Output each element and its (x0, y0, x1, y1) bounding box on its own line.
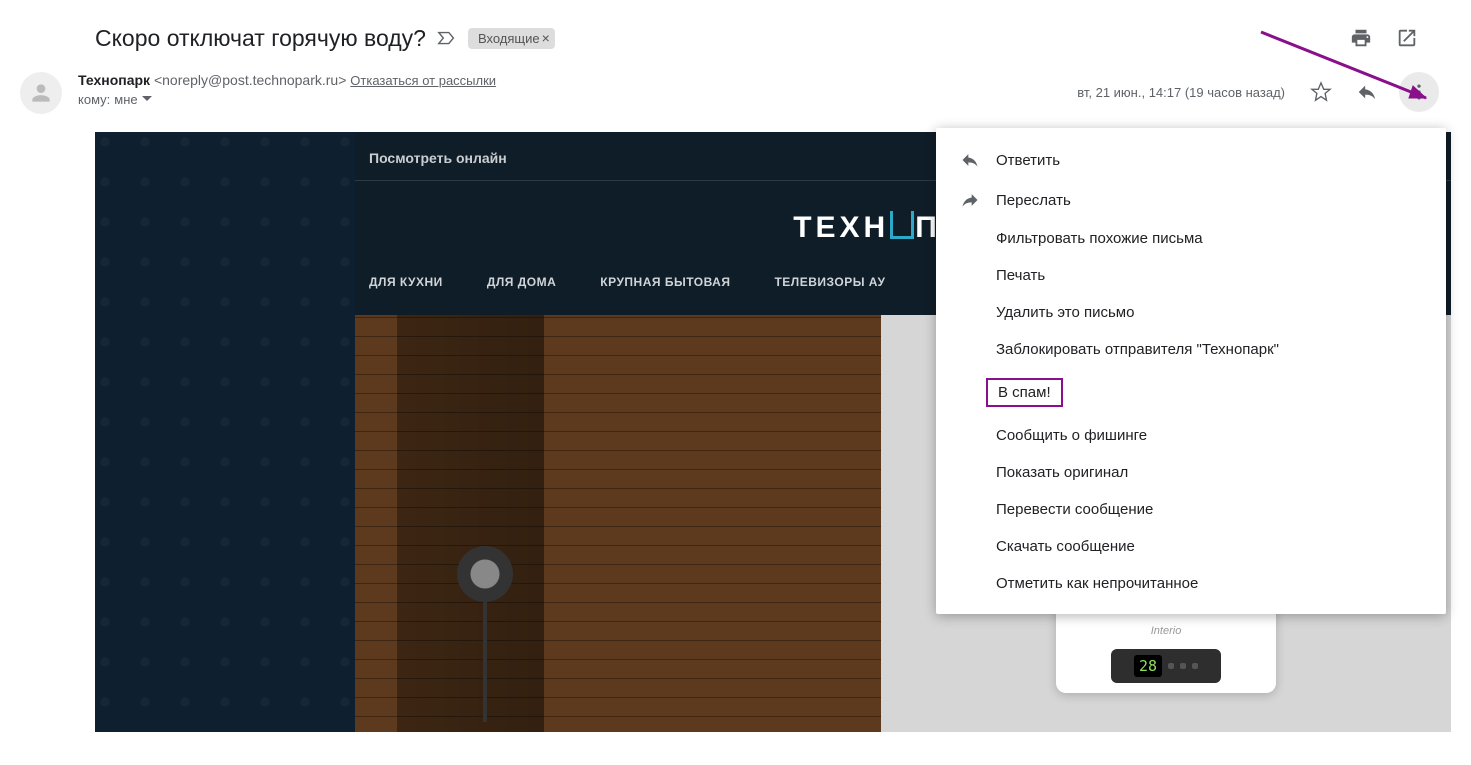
heater-control-panel: 28 (1111, 649, 1221, 683)
header-actions (1347, 24, 1451, 52)
menu-reply-label: Ответить (996, 152, 1060, 169)
menu-translate[interactable]: • Перевести сообщение (936, 491, 1446, 528)
sender-line: Технопарк <noreply@post.technopark.ru> О… (78, 72, 1077, 88)
menu-print-label: Печать (996, 267, 1045, 284)
forward-icon (960, 190, 996, 210)
inbox-label-chip[interactable]: Входящие × (468, 28, 555, 49)
more-options-button[interactable] (1399, 72, 1439, 112)
sender-info: Технопарк <noreply@post.technopark.ru> О… (78, 72, 1077, 107)
menu-spam[interactable]: • В спам! (936, 368, 1446, 417)
reply-icon[interactable] (1353, 78, 1381, 106)
menu-block-label: Заблокировать отправителя "Технопарк" (996, 341, 1279, 358)
chevron-down-icon[interactable] (142, 92, 152, 107)
email-header: Скоро отключат горячую воду? Входящие × (0, 0, 1471, 62)
menu-download[interactable]: • Скачать сообщение (936, 528, 1446, 565)
meta-actions: вт, 21 июн., 14:17 (19 часов назад) (1077, 72, 1451, 112)
close-icon[interactable]: × (542, 31, 550, 45)
nav-kitchen[interactable]: ДЛЯ КУХНИ (369, 275, 443, 289)
heater-temp: 28 (1134, 655, 1162, 677)
menu-reply[interactable]: Ответить (936, 140, 1446, 180)
open-new-window-icon[interactable] (1393, 24, 1421, 52)
reply-icon (960, 150, 996, 170)
inbox-label-text: Входящие (478, 31, 540, 46)
shower-fixture (471, 546, 499, 706)
brand-pre: ТЕХН (793, 211, 889, 244)
menu-forward[interactable]: Переслать (936, 180, 1446, 220)
menu-filter[interactable]: • Фильтровать похожие письма (936, 220, 1446, 257)
menu-delete-label: Удалить это письмо (996, 304, 1134, 321)
menu-original-label: Показать оригинал (996, 464, 1128, 481)
menu-phishing[interactable]: • Сообщить о фишинге (936, 417, 1446, 454)
menu-spam-label: В спам! (986, 378, 1063, 407)
menu-unread-label: Отметить как непрочитанное (996, 575, 1198, 592)
menu-original[interactable]: • Показать оригинал (936, 454, 1446, 491)
nav-large-appliances[interactable]: КРУПНАЯ БЫТОВАЯ (600, 275, 730, 289)
heater-model: Interio (1056, 625, 1276, 637)
menu-filter-label: Фильтровать похожие письма (996, 230, 1203, 247)
menu-translate-label: Перевести сообщение (996, 501, 1153, 518)
more-options-menu: Ответить Переслать • Фильтровать похожие… (936, 128, 1446, 614)
print-icon[interactable] (1347, 24, 1375, 52)
avatar[interactable] (20, 72, 62, 114)
menu-unread[interactable]: • Отметить как непрочитанное (936, 565, 1446, 602)
to-line[interactable]: кому: мне (78, 92, 1077, 107)
unsubscribe-link[interactable]: Отказаться от рассылки (350, 73, 496, 88)
menu-phishing-label: Сообщить о фишинге (996, 427, 1147, 444)
menu-delete[interactable]: • Удалить это письмо (936, 294, 1446, 331)
sender-email: <noreply@post.technopark.ru> (154, 72, 346, 88)
menu-download-label: Скачать сообщение (996, 538, 1135, 555)
subject-text: Скоро отключат горячую воду? (95, 25, 426, 52)
bathroom-wall (355, 315, 881, 732)
to-value: мне (114, 92, 137, 107)
important-marker-icon[interactable] (436, 27, 458, 49)
nav-home[interactable]: ДЛЯ ДОМА (487, 275, 556, 289)
menu-print[interactable]: • Печать (936, 257, 1446, 294)
menu-block[interactable]: • Заблокировать отправителя "Технопарк" (936, 331, 1446, 368)
menu-forward-label: Переслать (996, 192, 1071, 209)
sender-name: Технопарк (78, 72, 150, 88)
nav-tv[interactable]: ТЕЛЕВИЗОРЫ АУ (774, 275, 885, 289)
brand-o-icon (890, 211, 914, 239)
to-prefix: кому: (78, 92, 110, 107)
star-icon[interactable] (1307, 78, 1335, 106)
sender-row: Технопарк <noreply@post.technopark.ru> О… (0, 62, 1471, 114)
email-timestamp: вт, 21 июн., 14:17 (19 часов назад) (1077, 85, 1285, 100)
